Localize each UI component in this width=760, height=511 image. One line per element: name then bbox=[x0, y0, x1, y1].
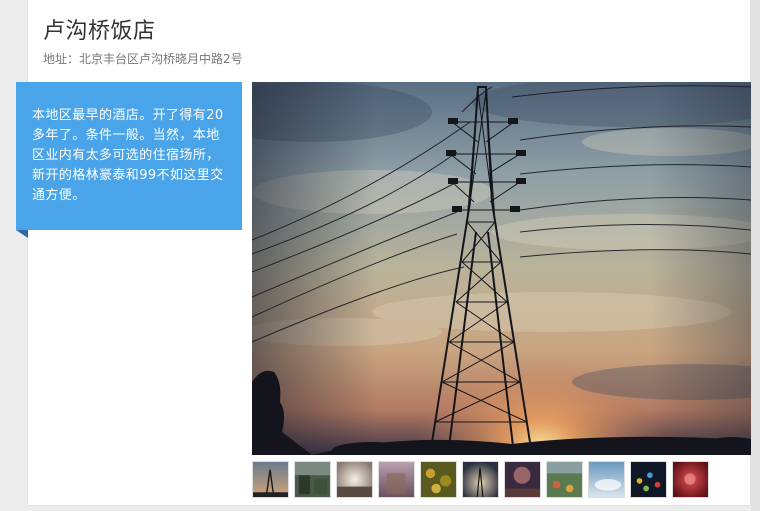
thumbnail-strip bbox=[252, 461, 722, 499]
thumbnail-7[interactable] bbox=[504, 461, 541, 498]
thumbnail-5[interactable] bbox=[420, 461, 457, 498]
main-photo[interactable] bbox=[252, 82, 751, 455]
thumbnail-11[interactable] bbox=[672, 461, 709, 498]
thumbnail-8[interactable] bbox=[546, 461, 583, 498]
thumbnail-9[interactable] bbox=[588, 461, 625, 498]
hotel-title: 卢沟桥饭店 bbox=[43, 19, 156, 44]
thumbnail-2[interactable] bbox=[294, 461, 331, 498]
thumbnail-6[interactable] bbox=[462, 461, 499, 498]
power-tower-sunset-photo bbox=[252, 82, 751, 455]
thumbnail-1[interactable] bbox=[252, 461, 289, 498]
review-bubble: 本地区最早的酒店。开了得有20多年了。条件一般。当然，本地区业内有太多可选的住宿… bbox=[16, 82, 242, 230]
right-scroll-edge bbox=[751, 0, 760, 511]
thumbnail-4[interactable] bbox=[378, 461, 415, 498]
review-text: 本地区最早的酒店。开了得有20多年了。条件一般。当然，本地区业内有太多可选的住宿… bbox=[32, 108, 224, 203]
thumbnail-10[interactable] bbox=[630, 461, 667, 498]
review-bubble-tail bbox=[16, 230, 28, 238]
thumbnail-3[interactable] bbox=[336, 461, 373, 498]
hotel-address: 地址：北京丰台区卢沟桥晓月中路2号 bbox=[43, 52, 243, 66]
